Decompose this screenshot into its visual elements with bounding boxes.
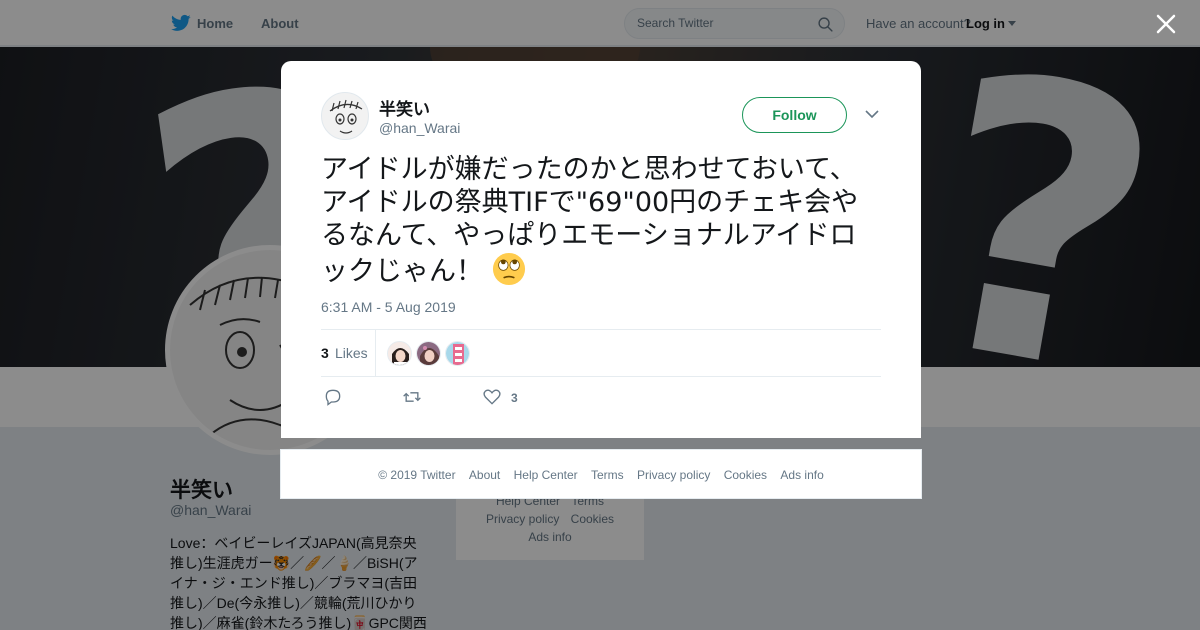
copyright-text: © 2019 Twitter [378,468,456,482]
stats-divider [375,330,376,377]
tweet-actions: 3 [321,387,881,407]
author-name[interactable]: 半笑い [379,95,430,120]
footer-cookies-link[interactable]: Cookies [724,468,767,482]
tweet-text: アイドルが嫌だったのかと思わせておいて、アイドルの祭典TIFで"69"00円のチ… [321,153,881,288]
likes-count[interactable]: 3 [321,345,329,361]
heart-icon[interactable] [482,387,502,407]
liker-avatar[interactable] [416,341,441,366]
face-with-rolling-eyes-emoji [492,252,525,286]
tweet-timestamp[interactable]: 6:31 AM - 5 Aug 2019 [321,299,456,315]
liker-avatar[interactable] [445,341,470,366]
footer-about-link[interactable]: About [469,468,500,482]
liker-avatar[interactable] [387,341,412,366]
tweet-text-body: アイドルが嫌だったのかと思わせておいて、アイドルの祭典TIFで"69"00円のチ… [321,154,859,287]
footer-privacy-link[interactable]: Privacy policy [637,468,710,482]
footer-ads-info-link[interactable]: Ads info [780,468,823,482]
heart-count: 3 [511,391,518,405]
author-avatar-drawing [329,99,363,134]
footer-terms-link[interactable]: Terms [591,468,624,482]
retweet-icon[interactable] [402,387,422,407]
modal-footer: © 2019 Twitter About Help Center Terms P… [280,449,922,499]
chevron-down-icon[interactable] [865,109,879,119]
close-icon[interactable] [1154,12,1178,36]
liker-avatar-image [417,342,440,365]
liker-avatar-image [388,342,411,365]
likes-label[interactable]: Likes [335,345,368,361]
footer-help-center-link[interactable]: Help Center [514,468,578,482]
tweet-modal: 半笑い @han_Warai Follow アイドルが嫌だったのかと思わせておい… [281,61,921,438]
author-avatar[interactable] [321,92,369,140]
author-handle[interactable]: @han_Warai [379,120,460,136]
follow-button[interactable]: Follow [742,97,847,133]
reply-icon[interactable] [323,387,343,407]
liker-avatar-image [446,342,469,365]
tweet-stats: 3 Likes [321,329,881,377]
